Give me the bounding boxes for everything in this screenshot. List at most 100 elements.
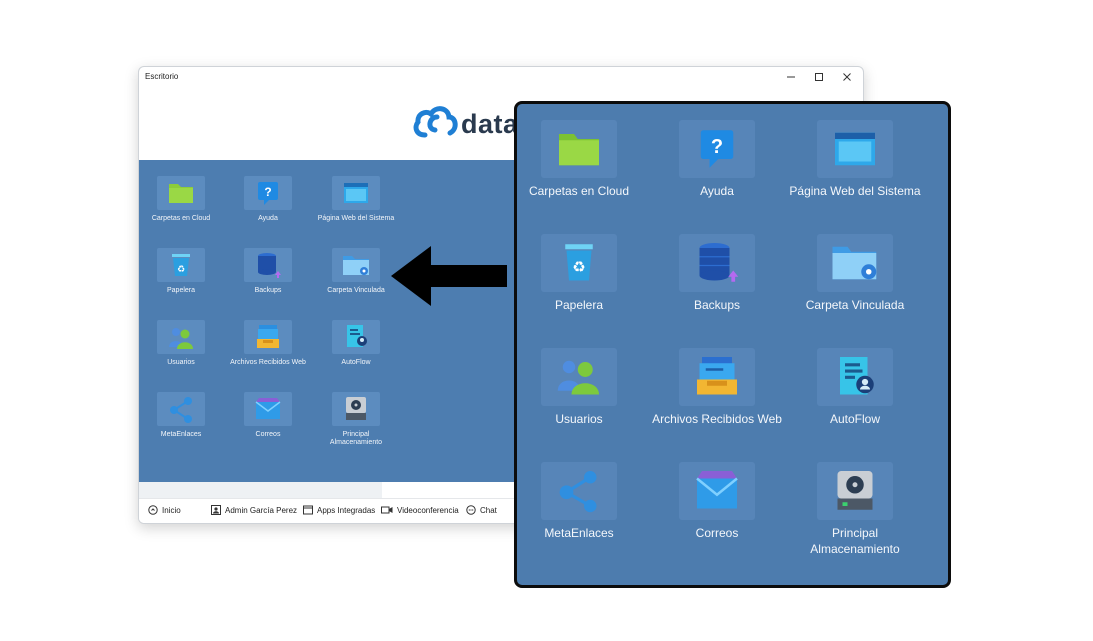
taskbar-apps[interactable]: Apps Integradas <box>303 505 375 515</box>
maximize-icon <box>815 73 823 81</box>
close-icon <box>843 73 851 81</box>
chat-bubble-icon <box>466 505 476 515</box>
brand-logo: data <box>411 105 518 144</box>
zoom-icon-pagina[interactable] <box>817 120 893 178</box>
hard-drive-icon <box>837 471 873 510</box>
small-icon-carpetas[interactable] <box>157 176 205 210</box>
zoom-label-archivos: Archivos Recibidos Web <box>652 412 782 426</box>
zoom-label-vinculada: Carpeta Vinculada <box>805 298 905 312</box>
users-icon <box>169 328 193 349</box>
zoom-icon-autoflow[interactable] <box>817 348 893 406</box>
small-icon-ayuda[interactable]: ? <box>244 176 292 210</box>
small-label-pagina: Página Web del Sistema <box>317 215 395 222</box>
small-label-vinculada: Carpeta Vinculada <box>327 287 385 294</box>
small-icon-vinculada[interactable] <box>332 248 380 282</box>
zoom-icon-correos[interactable] <box>679 462 755 520</box>
zoom-panel: Carpetas en Cloud ? Ayuda Página Web del… <box>514 101 951 588</box>
logo-text: data <box>461 109 519 139</box>
zoom-icon-papelera[interactable]: ♻ <box>541 234 617 292</box>
taskbar-user-label: Admin García Perez <box>225 505 298 515</box>
svg-text:?: ? <box>264 185 271 199</box>
zoom-label-usuarios: Usuarios <box>555 412 603 426</box>
small-icon-archivos[interactable] <box>244 320 292 354</box>
browser-window-icon <box>344 183 368 203</box>
small-label-backups: Backups <box>254 287 282 294</box>
taskbar-chat-label: Chat <box>480 505 497 515</box>
window-title: Escritorio <box>145 72 179 81</box>
minimize-button[interactable] <box>777 69 805 85</box>
zoom-icon-vinculada[interactable] <box>817 234 893 292</box>
database-icon <box>258 253 281 278</box>
folder-gear-icon <box>832 246 877 280</box>
small-label-almacenamiento: Principal Almacenamiento <box>329 431 383 446</box>
svg-text:?: ? <box>711 136 723 158</box>
small-icon-papelera[interactable]: ♻ <box>157 248 205 282</box>
zoom-label-papelera: Papelera <box>554 298 604 312</box>
zoom-icon-archivos[interactable] <box>679 348 755 406</box>
small-icon-backups[interactable] <box>244 248 292 282</box>
document-user-icon <box>840 357 874 395</box>
desktop-bottom-strip <box>139 482 382 498</box>
document-user-icon <box>347 325 367 347</box>
small-icon-usuarios[interactable] <box>157 320 205 354</box>
desktop-area: Carpetas en Cloud ? Ayuda Página Web del… <box>139 160 514 482</box>
close-button[interactable] <box>833 69 861 85</box>
apps-window-icon <box>303 505 313 515</box>
zoom-label-pagina: Página Web del Sistema <box>789 184 921 198</box>
small-label-usuarios: Usuarios <box>167 359 195 366</box>
share-nodes-icon <box>559 471 597 513</box>
browser-window-icon <box>835 132 875 166</box>
recycle-bin-icon: ♻ <box>565 244 593 281</box>
zoom-label-metaenlaces: MetaEnlaces <box>544 526 614 540</box>
svg-text:♻: ♻ <box>572 258 585 276</box>
cloud-logo-icon <box>413 106 458 138</box>
small-label-ayuda: Ayuda <box>258 215 278 222</box>
zoom-icon-ayuda[interactable]: ? <box>679 120 755 178</box>
small-icon-correos[interactable] <box>244 392 292 426</box>
title-bar: Escritorio <box>139 67 863 87</box>
zoom-icon-usuarios[interactable] <box>541 348 617 406</box>
small-icon-pagina[interactable] <box>332 176 380 210</box>
zoom-label-carpetas: Carpetas en Cloud <box>528 184 630 198</box>
zoom-label-correos: Correos <box>695 526 739 540</box>
folder-icon <box>559 134 599 166</box>
folder-icon <box>169 184 193 203</box>
small-label-autoflow: AutoFlow <box>341 359 371 366</box>
taskbar-user[interactable]: Admin García Perez <box>211 505 297 515</box>
zoom-icon-almacenamiento[interactable] <box>817 462 893 520</box>
pointer-arrow-icon <box>391 246 507 306</box>
zoom-icon-carpetas[interactable] <box>541 120 617 178</box>
help-icon: ? <box>258 182 278 205</box>
small-label-archivos: Archivos Recibidos Web <box>230 359 306 366</box>
users-icon <box>557 360 599 395</box>
taskbar-inicio[interactable]: Inicio <box>148 505 181 515</box>
taskbar-video[interactable]: Videoconferencia <box>381 505 459 515</box>
small-icon-autoflow[interactable] <box>332 320 380 354</box>
zoom-label-ayuda: Ayuda <box>700 184 734 198</box>
database-icon <box>699 243 739 282</box>
zoom-label-autoflow: AutoFlow <box>829 412 881 426</box>
maximize-button[interactable] <box>805 69 833 85</box>
mail-envelope-icon <box>696 471 738 509</box>
svg-text:♻: ♻ <box>177 265 185 275</box>
taskbar-inicio-label: Inicio <box>162 505 181 515</box>
small-label-papelera: Papelera <box>166 287 196 294</box>
share-nodes-icon <box>170 397 192 423</box>
zoom-icon-metaenlaces[interactable] <box>541 462 617 520</box>
help-icon: ? <box>700 130 734 168</box>
mail-envelope-icon <box>255 398 281 419</box>
taskbar-video-label: Videoconferencia <box>397 505 459 515</box>
hard-drive-icon <box>346 397 366 420</box>
inbox-tray-icon <box>257 325 279 348</box>
small-label-correos: Correos <box>255 431 281 438</box>
small-icon-almacenamiento[interactable] <box>332 392 380 426</box>
taskbar-chat[interactable]: Chat <box>466 505 497 515</box>
zoom-label-almacenamiento: Principal Almacenamiento <box>810 526 900 556</box>
small-icon-metaenlaces[interactable] <box>157 392 205 426</box>
zoom-label-backups: Backups <box>693 298 741 312</box>
user-icon <box>211 505 221 515</box>
inbox-tray-icon <box>697 357 737 395</box>
zoom-icon-backups[interactable] <box>679 234 755 292</box>
taskbar-apps-label: Apps Integradas <box>317 505 376 515</box>
power-icon <box>148 505 158 515</box>
